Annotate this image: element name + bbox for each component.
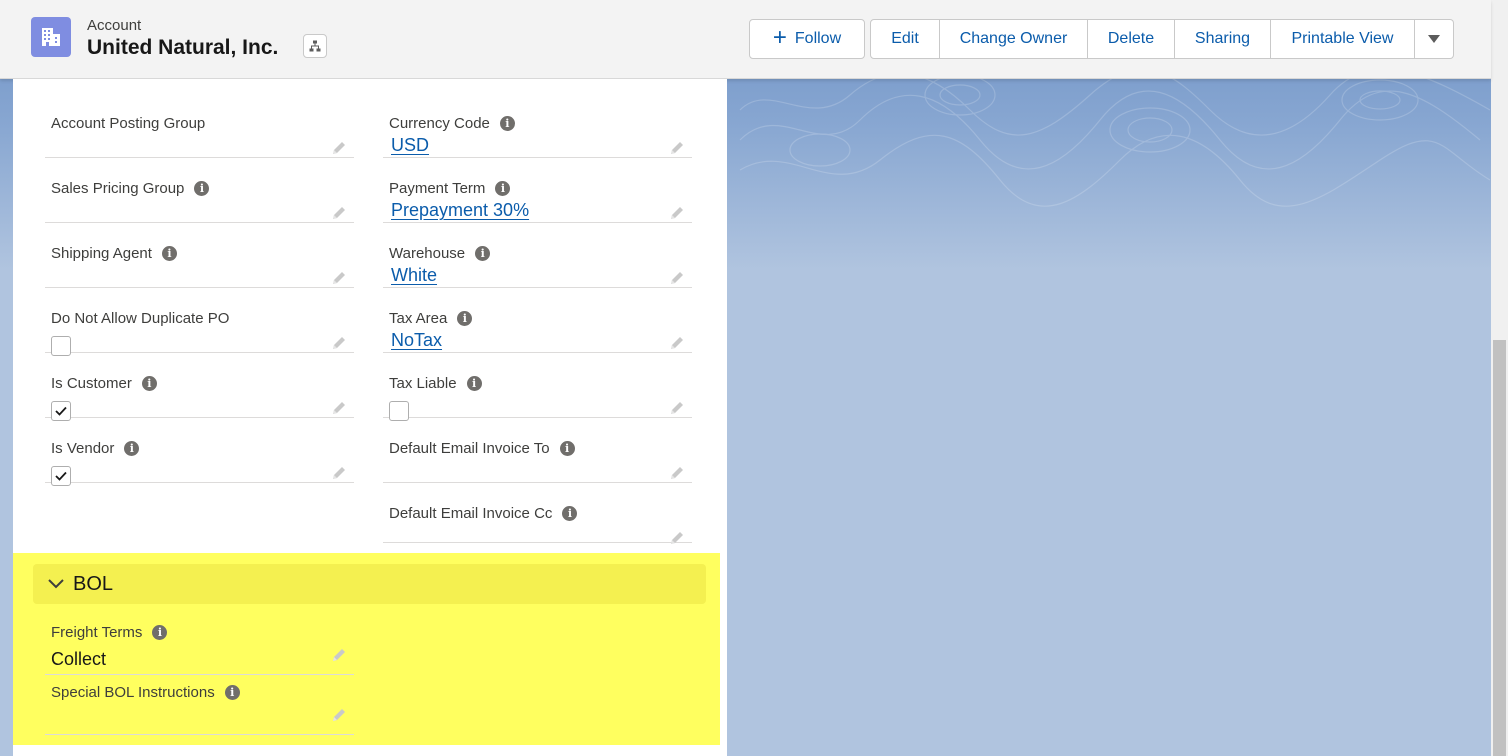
follow-label: Follow [794, 30, 842, 47]
field-default-email-invoice-to: Default Email Invoice To i [383, 418, 692, 483]
edit-pencil-icon[interactable] [330, 464, 348, 482]
edit-button[interactable]: Edit [870, 19, 940, 59]
edit-pencil-icon[interactable] [668, 269, 686, 287]
field-label: Currency Code [389, 115, 490, 132]
edit-pencil-icon[interactable] [330, 706, 348, 724]
freight-terms-value: Collect [51, 649, 107, 669]
edit-pencil-icon[interactable] [330, 269, 348, 287]
field-is-vendor: Is Vendor i [45, 418, 354, 486]
info-icon[interactable]: i [152, 625, 168, 640]
delete-button[interactable]: Delete [1088, 19, 1175, 59]
field-account-posting-group: Account Posting Group [45, 93, 354, 158]
currency-code-link[interactable]: USD [391, 135, 429, 156]
page-title: United Natural, Inc. [87, 36, 279, 59]
info-icon[interactable]: i [224, 685, 240, 700]
field-tax-area: Tax Area i NoTax [383, 288, 692, 353]
field-special-bol-instructions: Special BOL Instructions i [45, 675, 354, 735]
field-label: Shipping Agent [51, 245, 152, 262]
account-icon [31, 17, 71, 57]
edit-pencil-icon[interactable] [330, 646, 348, 664]
checkmark-icon [55, 471, 67, 481]
info-icon[interactable]: i [466, 376, 482, 391]
info-icon[interactable]: i [124, 441, 140, 456]
field-label: Account Posting Group [51, 115, 206, 132]
hierarchy-icon [309, 40, 321, 52]
change-owner-button[interactable]: Change Owner [940, 19, 1088, 59]
field-payment-term: Payment Term i Prepayment 30% [383, 158, 692, 223]
info-icon[interactable]: i [499, 116, 515, 131]
more-actions-button[interactable] [1415, 19, 1454, 59]
chevron-down-icon [1428, 35, 1440, 43]
field-freight-terms: Freight Terms i Collect [45, 615, 354, 675]
field-label: Default Email Invoice Cc [389, 505, 553, 522]
object-type-label: Account [87, 17, 142, 34]
info-icon[interactable]: i [457, 311, 473, 326]
chevron-down-icon [48, 579, 64, 589]
view-hierarchy-button[interactable] [303, 34, 327, 58]
info-icon[interactable]: i [562, 506, 578, 521]
field-warehouse: Warehouse i White [383, 223, 692, 288]
edit-pencil-icon[interactable] [668, 464, 686, 482]
info-icon[interactable]: i [559, 441, 575, 456]
bol-section-header[interactable]: BOL [33, 564, 706, 604]
field-label: Warehouse [389, 245, 466, 262]
follow-button[interactable]: + Follow [749, 19, 865, 59]
scrollbar[interactable] [1491, 0, 1508, 756]
field-default-email-invoice-cc: Default Email Invoice Cc i [383, 483, 692, 544]
field-sales-pricing-group: Sales Pricing Group i [45, 158, 354, 223]
warehouse-link[interactable]: White [391, 265, 437, 286]
edit-pencil-icon[interactable] [330, 334, 348, 352]
field-shipping-agent: Shipping Agent i [45, 223, 354, 288]
scrollbar-thumb[interactable] [1493, 340, 1506, 756]
tax-area-link[interactable]: NoTax [391, 330, 442, 351]
bol-section-title: BOL [73, 572, 114, 595]
field-label: Do Not Allow Duplicate PO [51, 310, 230, 327]
edit-pencil-icon[interactable] [668, 529, 686, 547]
edit-pencil-icon[interactable] [668, 399, 686, 417]
info-icon[interactable]: i [161, 246, 177, 261]
field-label: Sales Pricing Group [51, 180, 185, 197]
field-label: Default Email Invoice To [389, 440, 550, 457]
field-label: Is Customer [51, 375, 132, 392]
field-do-not-allow-duplicate-po: Do Not Allow Duplicate PO [45, 288, 354, 356]
record-header: Account United Natural, Inc. + Follow Ed… [0, 0, 1491, 79]
field-is-customer: Is Customer i [45, 353, 354, 421]
payment-term-link[interactable]: Prepayment 30% [391, 200, 529, 221]
sharing-button[interactable]: Sharing [1175, 19, 1271, 59]
edit-pencil-icon[interactable] [330, 399, 348, 417]
field-label: Payment Term [389, 180, 486, 197]
info-icon[interactable]: i [495, 181, 511, 196]
edit-pencil-icon[interactable] [330, 139, 348, 157]
field-label: Tax Area [389, 310, 448, 327]
is-vendor-checkbox[interactable] [51, 466, 71, 486]
printable-view-button[interactable]: Printable View [1271, 19, 1415, 59]
action-button-group: Edit Change Owner Delete Sharing Printab… [870, 19, 1454, 59]
field-label: Special BOL Instructions [51, 684, 215, 701]
field-label: Freight Terms [51, 624, 143, 641]
field-label: Tax Liable [389, 375, 457, 392]
field-label: Is Vendor [51, 440, 115, 457]
plus-icon: + [772, 24, 787, 51]
info-icon[interactable]: i [141, 376, 157, 391]
info-icon[interactable]: i [475, 246, 491, 261]
field-currency-code: Currency Code i USD [383, 93, 692, 158]
field-tax-liable: Tax Liable i [383, 353, 692, 421]
edit-pencil-icon[interactable] [668, 334, 686, 352]
info-icon[interactable]: i [194, 181, 210, 196]
edit-pencil-icon[interactable] [330, 204, 348, 222]
edit-pencil-icon[interactable] [668, 204, 686, 222]
checkmark-icon [55, 406, 67, 416]
edit-pencil-icon[interactable] [668, 139, 686, 157]
